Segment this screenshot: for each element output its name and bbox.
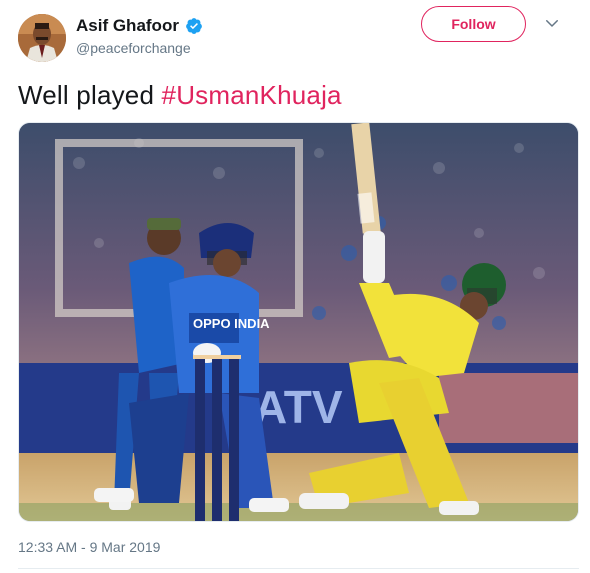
tweet-photo[interactable]: ATV OPPO INDIA xyxy=(18,122,579,522)
jersey-text: OPPO INDIA xyxy=(193,316,270,331)
display-name[interactable]: Asif Ghafoor xyxy=(76,16,179,36)
hashtag-link[interactable]: #UsmanKhuaja xyxy=(162,80,342,110)
author-info: Asif Ghafoor @peaceforchange xyxy=(76,16,203,56)
follow-button[interactable]: Follow xyxy=(421,6,526,42)
user-handle[interactable]: @peaceforchange xyxy=(76,40,203,56)
divider xyxy=(18,568,579,569)
user-avatar[interactable] xyxy=(18,14,66,62)
tweet-timestamp[interactable]: 12:33 AM - 9 Mar 2019 xyxy=(18,539,160,555)
chevron-down-icon[interactable] xyxy=(543,14,561,32)
verified-badge-icon xyxy=(186,18,202,34)
stumps xyxy=(193,355,241,521)
ad-board-text: ATV xyxy=(254,381,343,433)
tweet-text: Well played #UsmanKhuaja xyxy=(18,80,342,111)
tweet-text-plain: Well played xyxy=(18,80,162,110)
